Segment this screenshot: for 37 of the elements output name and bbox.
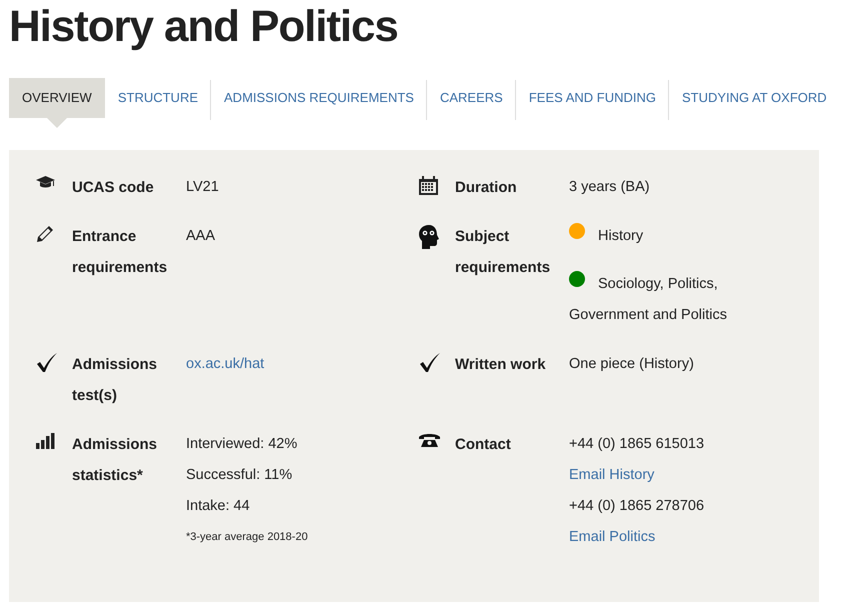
fact-value: +44 (0) 1865 615013	[569, 435, 706, 454]
tab[interactable]: FEES AND FUNDING	[516, 78, 669, 118]
fact-value: One piece (History)	[569, 355, 695, 374]
page-title: History and Politics	[9, 1, 399, 53]
footnote: *3-year average 2018-20	[186, 530, 309, 545]
fact-label: Subject requirements	[455, 227, 552, 278]
fact-link[interactable]: Email Politics	[569, 522, 656, 553]
fact-link[interactable]: ox.ac.uk/hat	[186, 349, 264, 380]
tab[interactable]: STRUCTURE	[104, 78, 212, 118]
checkmark-icon	[419, 353, 441, 373]
tab[interactable]: ADMISSIONS REQUIREMENTS	[211, 78, 427, 118]
telephone-icon	[419, 433, 440, 447]
fact-value: AAA	[186, 227, 216, 246]
tab-pointer	[46, 118, 67, 128]
fact-label: UCAS code	[72, 178, 155, 198]
fact-label: Written work	[455, 355, 547, 375]
fact-label: Entrance requirements	[72, 227, 168, 278]
subject-requirement: History	[597, 227, 644, 246]
fact-label: Duration	[455, 178, 518, 198]
fact-link[interactable]: Email History	[569, 460, 654, 491]
tab[interactable]: CAREERS	[426, 78, 516, 118]
fact-value: +44 (0) 1865 278706	[569, 497, 706, 516]
graduation-cap-icon	[36, 176, 55, 189]
fact-value: Interviewed: 42%	[186, 435, 298, 454]
fact-value: LV21	[186, 178, 220, 197]
fact-label: Admissions statistics*	[72, 435, 158, 486]
fact-value: 3 years (BA)	[569, 178, 651, 197]
pencil-icon	[36, 225, 54, 243]
fact-label: Contact	[455, 435, 512, 455]
subject-requirement: Sociology, Politics, Government and Politics	[569, 275, 728, 325]
fact-label: Admissions test(s)	[72, 355, 158, 406]
tab[interactable]: STUDYING AT OXFORD	[668, 78, 840, 118]
bar-chart-icon	[36, 433, 55, 449]
checkmark-icon	[36, 353, 58, 373]
fact-value: Successful: 11%	[186, 466, 294, 485]
calendar-icon	[419, 176, 438, 195]
fact-value: Intake: 44	[186, 497, 251, 516]
